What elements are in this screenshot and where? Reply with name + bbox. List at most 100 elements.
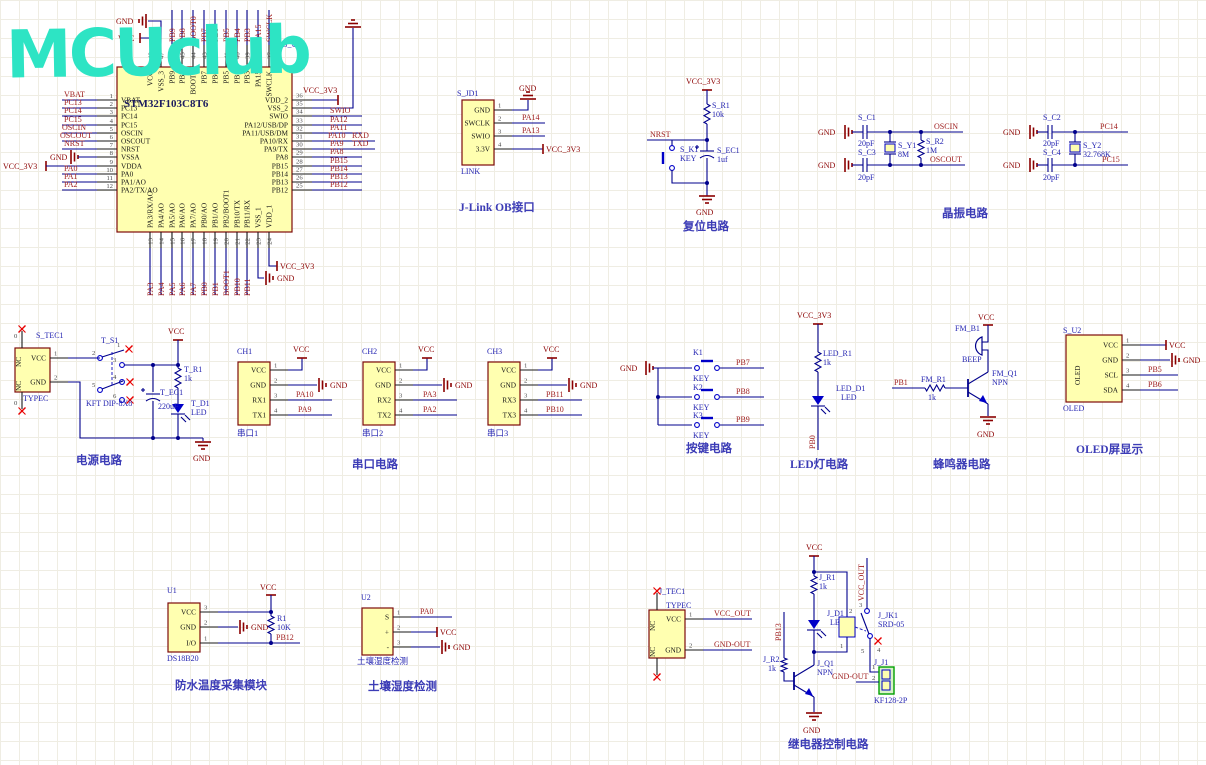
component-soil-sensor[interactable]: 1S2+3- bbox=[361, 607, 411, 656]
svg-text:8M: 8M bbox=[898, 150, 909, 159]
svg-text:土壤湿度检测: 土壤湿度检测 bbox=[368, 679, 437, 693]
component-uart3-header[interactable]: 1 VCC 2 GND 3 RX3 4 TX3 bbox=[487, 361, 538, 426]
svg-text:PA7: PA7 bbox=[189, 283, 198, 297]
svg-text:LED: LED bbox=[191, 408, 207, 417]
svg-text:6: 6 bbox=[110, 134, 114, 141]
component-ds18b20-module[interactable]: 3 VCC 2 GND 1 I/O bbox=[167, 602, 218, 653]
svg-text:FM_Q1: FM_Q1 bbox=[992, 369, 1017, 378]
component-uart2-header[interactable]: 1 VCC 2 GND 3 RX2 4 TX2 bbox=[362, 361, 413, 426]
svg-text:1: 1 bbox=[110, 93, 113, 100]
svg-text:K1: K1 bbox=[693, 348, 703, 357]
svg-text:U2: U2 bbox=[361, 593, 371, 602]
svg-text:2: 2 bbox=[397, 625, 400, 632]
svg-text:T_D1: T_D1 bbox=[191, 399, 210, 408]
svg-text:40: 40 bbox=[235, 52, 242, 59]
svg-text:PB8: PB8 bbox=[736, 387, 750, 396]
svg-text:PA13: PA13 bbox=[522, 126, 540, 135]
svg-text:GND: GND bbox=[580, 381, 598, 390]
svg-text:VCC: VCC bbox=[978, 313, 994, 322]
svg-text:20pF: 20pF bbox=[858, 173, 875, 182]
component-uart1-header[interactable]: 1 VCC 2 GND 3 RX1 4 TX1 bbox=[237, 361, 288, 426]
svg-text:PB2/BOOT1: PB2/BOOT1 bbox=[222, 190, 231, 228]
svg-text:3.3V: 3.3V bbox=[476, 145, 491, 154]
svg-text:PA2: PA2 bbox=[423, 405, 437, 414]
svg-text:1: 1 bbox=[397, 610, 400, 617]
svg-text:1M: 1M bbox=[926, 146, 937, 155]
svg-text:8: 8 bbox=[110, 150, 114, 157]
svg-text:S_TEC1: S_TEC1 bbox=[36, 331, 64, 340]
svg-text:220uF: 220uF bbox=[158, 402, 179, 411]
svg-text:LED灯电路: LED灯电路 bbox=[790, 457, 849, 471]
svg-text:3: 3 bbox=[399, 393, 403, 400]
svg-text:FM_B1: FM_B1 bbox=[955, 324, 980, 333]
svg-text:43: 43 bbox=[202, 52, 209, 59]
svg-text:12: 12 bbox=[106, 183, 113, 190]
component-link-header[interactable]: 1 GND 2 SWCLK 3 SWIO 4 3.3V bbox=[461, 99, 512, 166]
svg-text:J_R1: J_R1 bbox=[819, 573, 835, 582]
svg-text:1: 1 bbox=[1126, 338, 1129, 345]
svg-text:VCC: VCC bbox=[146, 71, 155, 86]
svg-text:VCC: VCC bbox=[418, 345, 434, 354]
svg-text:0: 0 bbox=[14, 333, 18, 340]
svg-text:PB10/TX: PB10/TX bbox=[233, 199, 242, 228]
svg-text:20pF: 20pF bbox=[858, 139, 875, 148]
svg-text:PA3/RX/AO: PA3/RX/AO bbox=[146, 191, 155, 228]
svg-text:2: 2 bbox=[689, 643, 692, 650]
svg-text:PA4/AO: PA4/AO bbox=[157, 203, 166, 228]
svg-text:PB11: PB11 bbox=[546, 390, 564, 399]
svg-text:VCC: VCC bbox=[1103, 341, 1118, 350]
svg-text:3: 3 bbox=[110, 109, 114, 116]
svg-text:24: 24 bbox=[267, 237, 274, 244]
svg-text:9: 9 bbox=[110, 159, 114, 166]
svg-text:S_JD1: S_JD1 bbox=[457, 89, 478, 98]
svg-text:I/O: I/O bbox=[186, 639, 196, 648]
svg-text:2: 2 bbox=[524, 378, 527, 385]
svg-text:GND: GND bbox=[193, 454, 211, 463]
svg-text:VCC: VCC bbox=[806, 543, 822, 552]
svg-text:33: 33 bbox=[296, 118, 303, 125]
svg-text:PB9: PB9 bbox=[736, 415, 750, 424]
svg-text:PA3: PA3 bbox=[423, 390, 437, 399]
svg-text:NPN: NPN bbox=[817, 668, 833, 677]
svg-text:GND: GND bbox=[474, 106, 490, 115]
svg-text:VCC_OUT: VCC_OUT bbox=[857, 564, 866, 601]
schematic-canvas: S_U136VDD_2 35VSS_2 34SWIO33PA12/USB/DP 32P… bbox=[3, 10, 1201, 751]
push-button[interactable] bbox=[661, 145, 675, 171]
svg-text:J_J1: J_J1 bbox=[874, 658, 888, 667]
svg-text:继电器控制电路: 继电器控制电路 bbox=[788, 737, 869, 751]
svg-text:S: S bbox=[385, 613, 389, 622]
svg-text:GND: GND bbox=[1003, 128, 1021, 137]
svg-text:NC: NC bbox=[648, 647, 657, 657]
svg-text:NC: NC bbox=[14, 381, 23, 391]
svg-text:NC: NC bbox=[14, 357, 23, 367]
svg-text:S_Y2: S_Y2 bbox=[1083, 141, 1101, 150]
component-stm32f103c8t6[interactable]: 36VDD_2 35VSS_2 34SWIO33PA12/USB/DP 32PA11/… bbox=[97, 45, 312, 248]
svg-text:GND-OUT: GND-OUT bbox=[714, 640, 751, 649]
svg-text:GND: GND bbox=[500, 381, 516, 390]
block-oled: S_U2 1 VCC 2 GND 3 SCL 4 SDA OLED OLED VCC GND PB5 PB6… bbox=[1063, 326, 1201, 456]
svg-text:PA10: PA10 bbox=[296, 390, 314, 399]
svg-text:3: 3 bbox=[524, 393, 528, 400]
svg-text:4: 4 bbox=[110, 118, 114, 125]
svg-text:PA15: PA15 bbox=[254, 71, 263, 87]
svg-text:PB1: PB1 bbox=[211, 282, 220, 296]
svg-text:4: 4 bbox=[399, 408, 403, 415]
svg-text:KF128-2P: KF128-2P bbox=[874, 696, 908, 705]
svg-text:S_U1: S_U1 bbox=[283, 40, 301, 49]
svg-text:SWCLK: SWCLK bbox=[265, 70, 274, 96]
svg-text:J_TEC1: J_TEC1 bbox=[659, 587, 685, 596]
svg-text:22: 22 bbox=[245, 238, 252, 245]
svg-text:LED_D1: LED_D1 bbox=[836, 384, 865, 393]
svg-text:OLED: OLED bbox=[1073, 366, 1082, 385]
svg-text:蜂鸣器电路: 蜂鸣器电路 bbox=[933, 457, 991, 471]
component-typec-relay[interactable]: 1 VCC 2 GND bbox=[648, 609, 703, 659]
svg-text:38: 38 bbox=[256, 52, 263, 59]
push-button[interactable] bbox=[694, 359, 720, 371]
schematic-sheet: S_U1 36 VDD_2 35 VSS_2 34 SWIO 33 PA12/USB/DP 32 P… bbox=[0, 0, 1206, 765]
svg-text:NPN: NPN bbox=[992, 378, 1008, 387]
svg-text:PC15: PC15 bbox=[1102, 155, 1120, 164]
svg-text:PC14: PC14 bbox=[121, 112, 138, 121]
svg-text:4: 4 bbox=[274, 408, 278, 415]
svg-text:GND: GND bbox=[116, 17, 134, 26]
svg-text:PB10: PB10 bbox=[233, 278, 242, 296]
